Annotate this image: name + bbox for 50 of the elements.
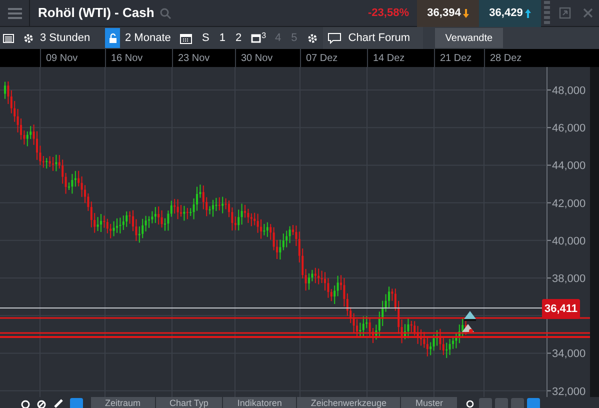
price-label: 44,000 [552,160,586,172]
date-label: 21 Dez [440,52,472,66]
lock-icon [108,33,116,43]
panel-tab[interactable]: Indikatoren [223,397,297,408]
price-change: -23,58% [368,6,409,21]
price-label: 46,000 [552,122,586,135]
price-label: 42,000 [552,198,586,210]
zoom-step-button[interactable]: 2 [230,28,247,48]
sell-price-button[interactable]: 36,394 [417,0,479,26]
panel-tab[interactable]: Zeichenwerkzeuge [296,397,402,408]
interval-button[interactable]: 3 Stunden [40,30,105,46]
volume-button[interactable] [526,398,540,408]
zoom-step-button[interactable]: 3 [246,28,270,48]
chart-forum-button[interactable]: Chart Forum [323,27,424,49]
range-button[interactable]: 2 Monate [125,30,177,46]
instrument-title: Rohöl (WTI) - Cash [38,4,154,22]
zoom-step-button[interactable]: S [197,28,214,48]
buy-price-button[interactable]: 36,429 [479,0,541,26]
pencil-icon[interactable] [53,399,64,408]
price-label: 48,000 [552,85,586,97]
price-label: 32,000 [552,386,586,397]
date-label: 16 Nov [111,52,143,66]
depth-meter-icon [544,0,550,26]
related-button[interactable]: Verwandte [435,28,503,48]
alert-marker-icon[interactable] [462,324,474,333]
lock-button[interactable] [105,28,120,48]
date-label: 09 Nov [46,52,78,66]
current-price-tag: 36,411 [542,299,580,319]
price-label: 38,000 [552,273,586,285]
date-label: 28 Dez [490,52,522,66]
price-label: 40,000 [552,235,586,248]
date-label: 07 Dez [306,52,338,66]
settings-icon[interactable] [23,32,34,44]
date-label: 30 Nov [241,52,273,66]
settings-icon[interactable] [307,32,318,44]
price-label: 34,000 [552,348,586,360]
date-label: 14 Dez [373,52,405,66]
no-entry-icon[interactable] [36,399,47,408]
alert-marker-icon[interactable] [464,311,476,321]
panel-tab[interactable]: Muster [401,397,458,408]
window-icon [250,34,261,43]
zoom-step-button[interactable]: 1 [214,28,230,48]
list-icon[interactable] [3,34,14,42]
calendar-icon[interactable] [180,32,192,44]
arrow-up-icon [524,8,531,18]
panel-tab[interactable]: Zeitraum [91,397,156,408]
speech-bubble-icon [328,32,342,44]
date-label: 23 Nov [178,52,210,66]
arrow-down-icon [462,8,469,18]
panel-tab[interactable]: Chart Typ [156,397,224,408]
